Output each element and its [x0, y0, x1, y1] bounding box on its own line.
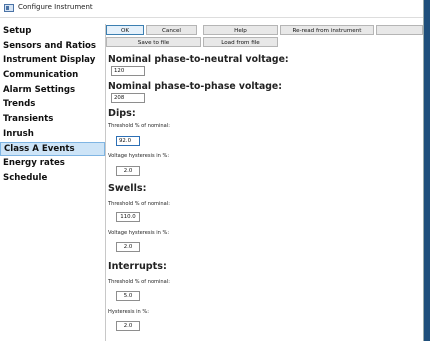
swells-threshold-label: Threshold % of nominal: [108, 201, 170, 207]
ok-button[interactable]: OK [106, 25, 144, 35]
sidebar-item-alarm-settings[interactable]: Alarm Settings [0, 83, 105, 98]
sidebar-item-class-a-events[interactable]: Class A Events [0, 141, 105, 157]
cancel-button[interactable]: Cancel [146, 25, 197, 35]
phase-neutral-heading: Nominal phase-to-neutral voltage: [108, 54, 289, 65]
dips-hysteresis-field[interactable]: 2.0 [116, 166, 140, 176]
sidebar-item-transients[interactable]: Transients [0, 112, 105, 127]
sidebar-item-energy-rates[interactable]: Energy rates [0, 156, 105, 171]
swells-hysteresis-label: Voltage hysteresis in %: [108, 230, 170, 236]
dips-hysteresis-label: Voltage hysteresis in %: [108, 153, 170, 159]
category-sidebar: Setup Sensors and Ratios Instrument Disp… [0, 24, 105, 341]
toolbar: OK Cancel Help Re-read from instrument S… [106, 24, 423, 48]
title-bar: Configure Instrument [0, 0, 423, 18]
load-from-file-button[interactable]: Load from file [203, 37, 278, 47]
save-to-file-button[interactable]: Save to file [106, 37, 201, 47]
sidebar-item-inrush[interactable]: Inrush [0, 127, 105, 142]
sidebar-item-instrument-display[interactable]: Instrument Display [0, 53, 105, 68]
sidebar-item-communication[interactable]: Communication [0, 68, 105, 83]
swells-heading: Swells: [108, 183, 147, 194]
toolbar-extra-button[interactable] [376, 25, 423, 35]
interrupts-threshold-label: Threshold % of nominal: [108, 279, 170, 285]
configure-instrument-window: Configure Instrument Setup Sensors and R… [0, 0, 424, 341]
dips-threshold-field[interactable]: 92.0 [116, 136, 140, 146]
sidebar-divider [105, 24, 106, 341]
dips-threshold-label: Threshold % of nominal: [108, 123, 170, 129]
interrupts-hysteresis-field[interactable]: 2.0 [116, 321, 140, 331]
sidebar-item-setup[interactable]: Setup [0, 24, 105, 39]
sidebar-item-trends[interactable]: Trends [0, 97, 105, 112]
swells-hysteresis-field[interactable]: 2.0 [116, 242, 140, 252]
phase-neutral-voltage-field[interactable]: 120 [111, 66, 145, 76]
app-window-icon [4, 4, 14, 12]
sidebar-item-schedule[interactable]: Schedule [0, 171, 105, 186]
phase-phase-voltage-field[interactable]: 208 [111, 93, 145, 103]
sidebar-item-sensors-and-ratios[interactable]: Sensors and Ratios [0, 39, 105, 54]
window-title: Configure Instrument [18, 3, 93, 11]
reread-from-instrument-button[interactable]: Re-read from instrument [280, 25, 374, 35]
help-button[interactable]: Help [203, 25, 278, 35]
dips-heading: Dips: [108, 108, 136, 119]
interrupts-heading: Interrupts: [108, 261, 167, 272]
interrupts-hysteresis-label: Hysteresis in %: [108, 309, 149, 315]
interrupts-threshold-field[interactable]: 5.0 [116, 291, 140, 301]
swells-threshold-field[interactable]: 110.0 [116, 212, 140, 222]
phase-phase-heading: Nominal phase-to-phase voltage: [108, 81, 282, 92]
